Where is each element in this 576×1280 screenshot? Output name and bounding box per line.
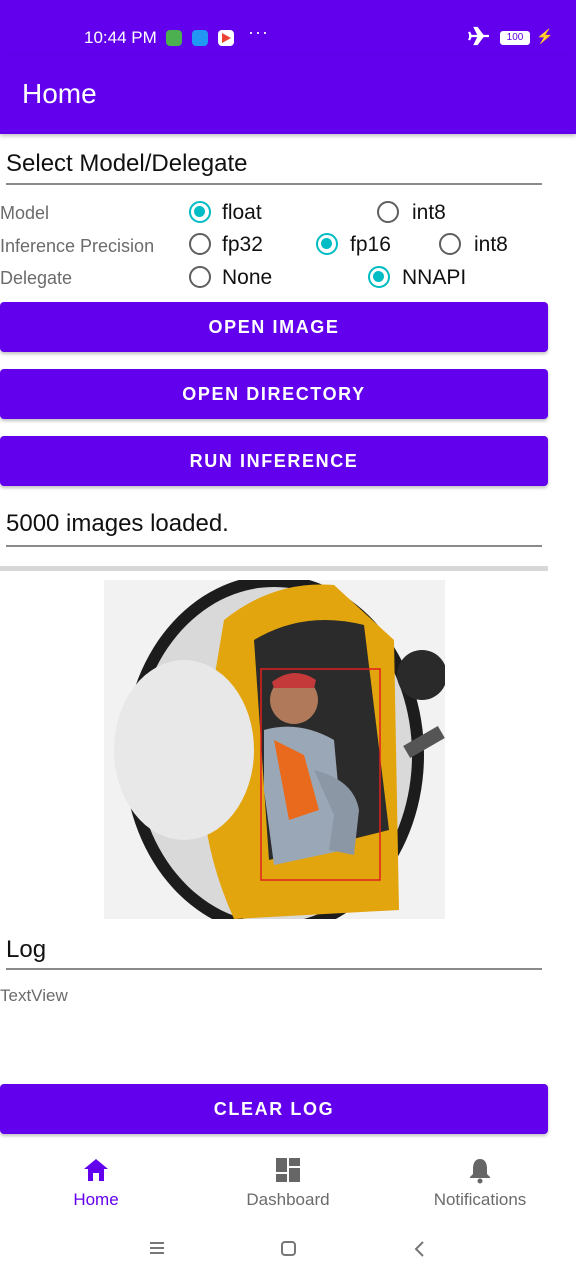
radio-model-float[interactable] bbox=[189, 201, 211, 223]
status-underline bbox=[6, 545, 542, 547]
images-loaded-status: 5000 images loaded. bbox=[6, 510, 229, 537]
app-notification-icon bbox=[192, 30, 208, 46]
battery-icon: 100 bbox=[500, 31, 530, 45]
radio-model-int8[interactable] bbox=[377, 201, 399, 223]
nav-item-notifications[interactable]: Notifications bbox=[384, 1142, 576, 1218]
home-icon bbox=[84, 1159, 108, 1181]
system-navigation bbox=[0, 1218, 576, 1280]
page-title: Home bbox=[22, 78, 97, 109]
model-label: Model bbox=[0, 203, 50, 223]
inference-image bbox=[104, 580, 445, 919]
radio-precision-int8[interactable] bbox=[439, 233, 461, 255]
nav-label-notifications: Notifications bbox=[433, 1190, 527, 1209]
radio-label-precision-int8[interactable]: int8 bbox=[474, 233, 508, 257]
play-store-icon bbox=[218, 30, 234, 46]
dashboard-icon bbox=[276, 1158, 300, 1182]
nav-item-home[interactable]: Home bbox=[0, 1142, 192, 1218]
bottom-navigation: Home Dashboard Notifications bbox=[0, 1142, 576, 1218]
open-directory-button[interactable]: OPEN DIRECTORY bbox=[0, 369, 548, 419]
radio-label-precision-fp16[interactable]: fp16 bbox=[350, 233, 391, 257]
back-icon[interactable] bbox=[412, 1240, 428, 1258]
precision-label: Inference Precision bbox=[0, 236, 155, 256]
bell-icon bbox=[470, 1159, 490, 1184]
nav-item-dashboard[interactable]: Dashboard bbox=[192, 1142, 384, 1218]
more-notifications-icon: ··· bbox=[248, 22, 269, 42]
open-image-button[interactable]: OPEN IMAGE bbox=[0, 302, 548, 352]
nav-label-home: Home bbox=[73, 1190, 119, 1209]
log-underline bbox=[6, 968, 542, 970]
model-section-title: Select Model/Delegate bbox=[6, 150, 248, 177]
radio-delegate-nnapi[interactable] bbox=[368, 266, 390, 288]
inference-image-drawing bbox=[104, 580, 445, 919]
app-bar: Home bbox=[0, 56, 576, 134]
airplane-mode-icon bbox=[468, 26, 490, 52]
app-notification-icon bbox=[166, 30, 182, 46]
model-section-underline bbox=[6, 183, 542, 185]
charging-icon: ⚡ bbox=[536, 28, 554, 44]
delegate-label: Delegate bbox=[0, 268, 73, 288]
radio-label-precision-fp32[interactable]: fp32 bbox=[222, 233, 263, 257]
radio-precision-fp32[interactable] bbox=[189, 233, 211, 255]
divider bbox=[0, 566, 548, 571]
radio-label-delegate-nnapi[interactable]: NNAPI bbox=[402, 266, 466, 290]
radio-label-model-float[interactable]: float bbox=[222, 201, 262, 225]
radio-delegate-none[interactable] bbox=[189, 266, 211, 288]
radio-label-model-int8[interactable]: int8 bbox=[412, 201, 446, 225]
radio-label-delegate-none[interactable]: None bbox=[222, 266, 272, 290]
radio-precision-fp16[interactable] bbox=[316, 233, 338, 255]
log-textview: TextView bbox=[0, 986, 68, 1005]
home-nav-icon[interactable] bbox=[280, 1240, 298, 1258]
log-title: Log bbox=[6, 936, 47, 963]
nav-label-dashboard: Dashboard bbox=[246, 1190, 330, 1209]
status-time: 10:44 PM bbox=[84, 28, 157, 47]
menu-icon[interactable] bbox=[148, 1240, 166, 1256]
status-bar: 10:44 PM ··· 100 ⚡ bbox=[0, 0, 576, 56]
run-inference-button[interactable]: RUN INFERENCE bbox=[0, 436, 548, 486]
clear-log-button[interactable]: CLEAR LOG bbox=[0, 1084, 548, 1134]
